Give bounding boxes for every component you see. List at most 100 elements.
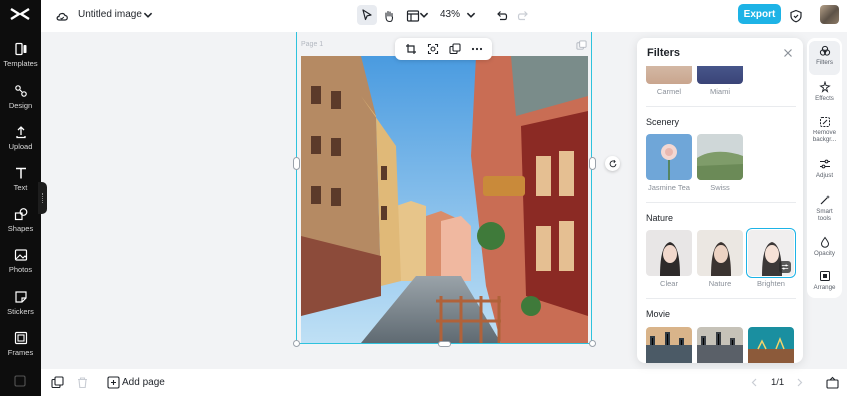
rail-item-label: Arrange: [813, 284, 836, 291]
divider: [646, 202, 796, 203]
section-title-movie: Movie: [646, 309, 671, 319]
top-bar: Untitled image 43% Export: [41, 0, 847, 32]
chevron-down-icon[interactable]: [465, 8, 477, 22]
filter-thumb-clear[interactable]: [646, 230, 692, 276]
filters-icon: [819, 45, 830, 56]
redo-icon[interactable]: [515, 7, 533, 25]
shapes-icon: [14, 208, 27, 221]
chevron-down-icon[interactable]: [142, 8, 154, 22]
selected-image-frame[interactable]: [296, 32, 592, 344]
stickers-icon: [14, 291, 27, 303]
filter-thumb-movie-1[interactable]: [646, 327, 692, 363]
document-title[interactable]: Untitled image: [78, 9, 142, 20]
filter-thumb-brighten[interactable]: [746, 228, 796, 278]
filter-label: Swiss: [710, 183, 730, 192]
rail-item-remove-background[interactable]: Remove backgr...: [809, 112, 840, 150]
rail-item-label: Effects: [815, 95, 834, 102]
filter-thumb-miami[interactable]: [697, 66, 743, 84]
sidebar-item-label: Templates: [3, 59, 38, 68]
divider: [646, 106, 796, 107]
crop-icon[interactable]: [405, 43, 417, 55]
sidebar-collapse-handle[interactable]: [38, 182, 47, 214]
panel-title: Filters: [647, 47, 681, 59]
filter-thumb-jasmine-tea[interactable]: [646, 134, 692, 180]
filter-thumb-carmel[interactable]: [646, 66, 692, 84]
avatar[interactable]: [820, 5, 839, 24]
more-options-icon[interactable]: [471, 43, 483, 55]
select-tool-icon[interactable]: [357, 5, 377, 25]
sidebar-item-photos[interactable]: Photos: [0, 248, 41, 288]
more-icon[interactable]: [14, 375, 26, 387]
resize-handle[interactable]: [293, 157, 300, 170]
delete-page-icon[interactable]: [76, 376, 89, 389]
frames-icon: [14, 331, 27, 345]
add-page-button[interactable]: Add page: [122, 377, 165, 388]
opacity-icon: [820, 236, 829, 248]
rail-item-label: Opacity: [814, 250, 835, 257]
filter-label: Brighten: [757, 279, 785, 288]
export-button[interactable]: Export: [738, 4, 781, 24]
rail-item-label: Adjust: [815, 172, 834, 179]
sidebar-item-label: Stickers: [7, 307, 34, 316]
sidebar-item-stickers[interactable]: Stickers: [0, 290, 41, 330]
rail-item-filters[interactable]: Filters: [809, 41, 840, 75]
rail-item-label: Remove backgr...: [812, 130, 837, 143]
sidebar-item-frames[interactable]: Frames: [0, 331, 41, 371]
filter-label: Clear: [660, 279, 678, 288]
sidebar-item-label: Upload: [8, 142, 33, 151]
rail-item-effects[interactable]: Effects: [809, 77, 840, 111]
filters-panel: Filters Carmel Miami Scenery Jasmine Tea…: [637, 38, 803, 363]
sidebar-item-label: Frames: [7, 348, 34, 357]
sidebar-item-label: Shapes: [7, 224, 34, 233]
replace-icon[interactable]: [427, 43, 439, 55]
left-sidebar: Templates Design Upload Text Shapes Phot…: [0, 0, 47, 396]
design-icon: [14, 85, 27, 97]
add-page-icon[interactable]: [107, 376, 120, 389]
resize-handle[interactable]: [438, 341, 451, 347]
rail-item-opacity[interactable]: Opacity: [809, 232, 840, 266]
capcut-logo-icon[interactable]: [9, 6, 31, 22]
filter-label: Miami: [710, 87, 730, 96]
sidebar-item-templates[interactable]: Templates: [0, 42, 41, 82]
hand-tool-icon[interactable]: [380, 7, 398, 25]
sidebar-item-upload[interactable]: Upload: [0, 125, 41, 165]
sidebar-item-label: Design: [8, 101, 33, 110]
arrange-icon: [819, 271, 830, 281]
text-icon: [15, 167, 26, 179]
rail-item-smart-tools[interactable]: Smart tools: [809, 190, 840, 228]
resize-handle[interactable]: [293, 340, 300, 347]
sidebar-item-shapes[interactable]: Shapes: [0, 207, 41, 247]
chevron-left-icon[interactable]: [748, 376, 761, 389]
rail-item-adjust[interactable]: Adjust: [809, 154, 840, 188]
shield-icon[interactable]: [787, 7, 805, 25]
chevron-right-icon[interactable]: [793, 376, 806, 389]
section-title-nature: Nature: [646, 213, 674, 223]
filter-label: Carmel: [656, 87, 682, 96]
filter-thumb-swiss[interactable]: [697, 134, 743, 180]
divider: [646, 298, 796, 299]
cloud-sync-icon[interactable]: [53, 7, 71, 25]
filter-thumb-movie-3[interactable]: [748, 327, 794, 363]
section-title-scenery: Scenery: [646, 117, 680, 127]
adjust-filter-icon[interactable]: [779, 261, 791, 273]
sidebar-item-text[interactable]: Text: [0, 166, 41, 206]
resize-handle[interactable]: [589, 157, 596, 170]
undo-icon[interactable]: [492, 7, 510, 25]
sidebar-item-design[interactable]: Design: [0, 84, 41, 124]
filter-thumb-movie-2[interactable]: [697, 327, 743, 363]
smart-tools-icon: [820, 195, 830, 205]
filters-list[interactable]: Carmel Miami Scenery Jasmine Tea Swiss N…: [637, 66, 803, 363]
rail-item-arrange[interactable]: Arrange: [809, 266, 840, 300]
resize-handle[interactable]: [589, 340, 596, 347]
templates-icon: [14, 42, 26, 56]
filter-thumb-nature[interactable]: [697, 230, 743, 276]
chevron-down-icon[interactable]: [418, 8, 430, 22]
layers-icon[interactable]: [51, 376, 64, 389]
filter-label: Jasmine Tea: [648, 183, 690, 192]
sidebar-item-label: Photos: [8, 265, 33, 274]
zoom-level[interactable]: 43%: [440, 9, 460, 20]
duplicate-icon[interactable]: [449, 43, 461, 55]
close-icon[interactable]: [783, 48, 793, 58]
rotate-icon[interactable]: [605, 156, 620, 171]
page-panel-icon[interactable]: [826, 376, 839, 389]
